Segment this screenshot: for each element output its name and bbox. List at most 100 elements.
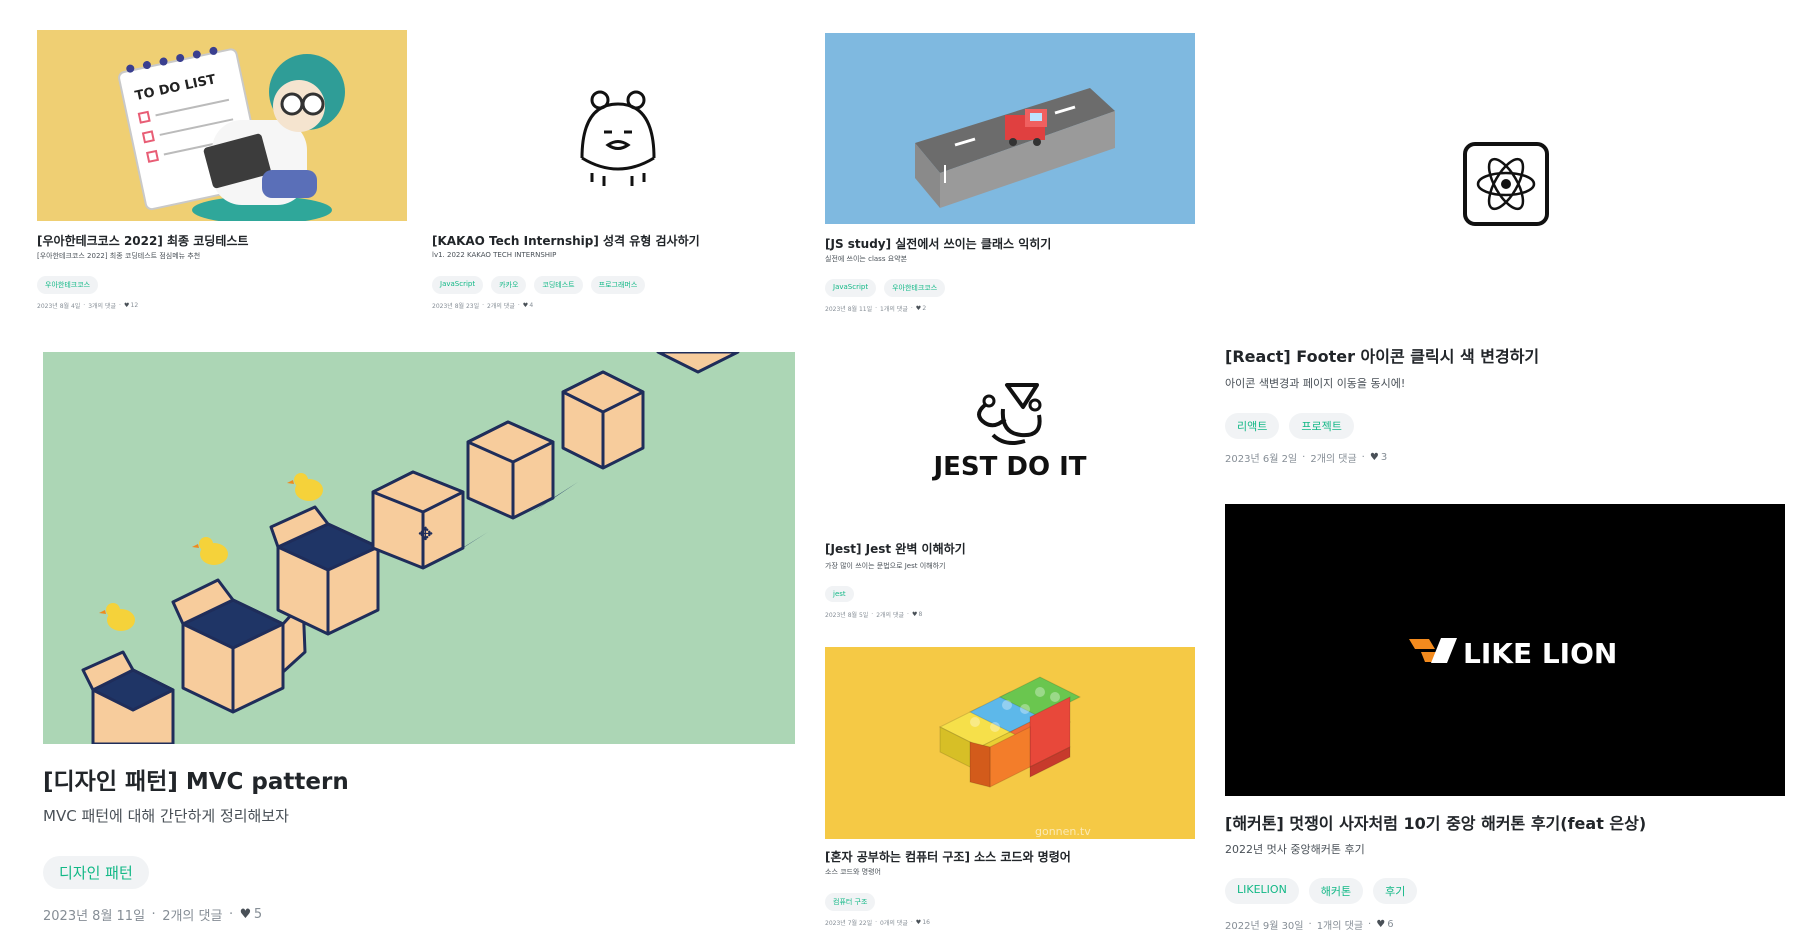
tag[interactable]: 컴퓨터 구조 (825, 893, 876, 911)
post-thumbnail-react[interactable] (1225, 30, 1785, 335)
post-date: 2023년 8월 5일 (825, 612, 869, 619)
tag[interactable]: 후기 (1373, 878, 1418, 904)
tag-list: 디자인 패턴 (43, 856, 149, 889)
post-title[interactable]: [우아한테크코스 2022] 최종 코딩테스트 (37, 232, 248, 249)
post-likes: 8 (918, 611, 923, 618)
meta-separator: · (119, 302, 121, 309)
tag[interactable]: 코딩테스트 (534, 276, 583, 294)
tag-list: JavaScript 카카오 코딩테스트 프로그래머스 (432, 276, 646, 294)
post-description: 2022년 멋사 중앙해커톤 후기 (1225, 843, 1365, 856)
tag[interactable]: LIKELION (1225, 878, 1299, 904)
post-description: lv1. 2022 KAKAO TECH INTERNSHIP (432, 251, 557, 259)
tag[interactable]: 디자인 패턴 (43, 856, 149, 889)
tag[interactable]: 카카오 (491, 276, 527, 294)
meta-separator: · (1302, 452, 1306, 463)
post-likes: 16 (922, 919, 930, 926)
post-likes: 6 (1387, 919, 1394, 930)
post-date: 2023년 8월 23일 (432, 303, 480, 310)
post-meta: 2023년 6월 2일 · 2개의 댓글 · ♥ 3 (1225, 450, 1387, 465)
post-thumbnail-woowa[interactable]: TO DO LIST (37, 30, 407, 221)
tag-list: JavaScript 우아한테크코스 (825, 279, 946, 297)
heart-icon: ♥ (1376, 919, 1386, 930)
tag-list: LIKELION 해커톤 후기 (1225, 878, 1418, 904)
post-thumbnail-kakao[interactable] (432, 30, 802, 221)
post-likes: 2 (922, 305, 927, 312)
post-date: 2023년 8월 11일 (43, 909, 146, 924)
heart-icon: ♥ (915, 919, 922, 926)
heart-icon: ♥ (522, 302, 529, 309)
post-title[interactable]: [해커톤] 멋쟁이 사자처럼 10기 중앙 해커톤 후기(feat 은상) (1225, 810, 1646, 834)
post-meta: 2023년 8월 5일 · 2개의 댓글 · ♥ 8 (825, 610, 922, 619)
post-date: 2023년 8월 11일 (825, 306, 873, 313)
post-title[interactable]: [혼자 공부하는 컴퓨터 구조] 소스 코드와 명령어 (825, 848, 1071, 865)
tag-list: 우아한테크코스 (37, 276, 99, 294)
likelion-logo-text: LIKE LION (1463, 637, 1617, 670)
post-likes: 12 (130, 302, 139, 309)
post-thumbnail-mvc[interactable]: ✥ (43, 352, 795, 744)
post-title[interactable]: [KAKAO Tech Internship] 성격 유형 검사하기 (432, 232, 700, 249)
tag-list: 리액트 프로젝트 (1225, 413, 1354, 439)
post-comments: 2개의 댓글 (487, 303, 515, 310)
meta-separator: · (910, 305, 913, 312)
meta-separator: · (83, 302, 86, 309)
post-comments: 3개의 댓글 (88, 303, 117, 310)
post-comments: 2개의 댓글 (1310, 454, 1357, 465)
tag[interactable]: JavaScript (432, 276, 484, 294)
meta-separator: · (871, 611, 874, 618)
tag[interactable]: 리액트 (1225, 413, 1280, 439)
post-description: 아이콘 색변경과 페이지 이동을 동시에! (1225, 377, 1406, 390)
lego-blocks-illustration: gonnen.tv (825, 647, 1195, 839)
post-thumbnail-jest[interactable]: JEST DO IT (825, 345, 1195, 535)
meta-separator: · (910, 919, 913, 926)
post-description: 가장 많이 쓰이는 문법으로 Jest 이해하기 (825, 562, 946, 570)
post-comments: 0개의 댓글 (880, 920, 908, 927)
post-description: 소스 코드와 명령어 (825, 868, 881, 876)
meta-separator: · (875, 305, 878, 312)
truck-road-illustration (825, 33, 1195, 224)
tag[interactable]: 프로젝트 (1289, 413, 1354, 439)
post-title[interactable]: [React] Footer 아이콘 클릭시 색 변경하기 (1225, 343, 1539, 367)
tag[interactable]: JavaScript (825, 279, 877, 297)
post-comments: 1개의 댓글 (1316, 921, 1364, 932)
post-comments: 2개의 댓글 (162, 909, 223, 924)
post-description: [우아한테크코스 2022] 최종 코딩테스트 점심메뉴 추천 (37, 252, 201, 260)
post-meta: 2023년 8월 11일 · 2개의 댓글 · ♥ 5 (43, 905, 262, 924)
post-meta: 2023년 8월 23일 · 2개의 댓글 · ♥ 4 (432, 301, 533, 310)
post-thumbnail-likelion[interactable]: LIKE LION (1225, 504, 1785, 796)
meta-separator: · (482, 302, 485, 309)
post-likes: 3 (1380, 452, 1388, 463)
meta-separator: · (875, 919, 878, 926)
meta-separator: · (151, 907, 156, 922)
heart-icon: ♥ (123, 302, 130, 309)
post-meta: 2022년 9월 30일 · 1개의 댓글 · ♥ 6 (1225, 917, 1394, 932)
meta-separator: · (228, 907, 234, 922)
meta-separator: · (1361, 452, 1365, 463)
post-date: 2022년 9월 30일 (1225, 921, 1304, 932)
post-date: 2023년 8월 4일 (37, 303, 81, 310)
tag[interactable]: jest (825, 586, 854, 602)
post-likes: 4 (529, 302, 534, 309)
ryan-icon (580, 90, 656, 186)
heart-icon: ♥ (1369, 452, 1379, 463)
likelion-logo-icon: LIKE LION (1225, 504, 1785, 796)
post-meta: 2023년 7월 22일 · 0개의 댓글 · ♥ 16 (825, 918, 930, 927)
post-title[interactable]: [JS study] 실전에서 쓰이는 클래스 익히기 (825, 235, 1051, 252)
post-thumbnail-jsstudy[interactable] (825, 33, 1195, 224)
todo-illustration: TO DO LIST (37, 30, 407, 221)
tag[interactable]: 해커톤 (1308, 878, 1364, 904)
post-meta: 2023년 8월 4일 · 3개의 댓글 · ♥ 12 (37, 301, 138, 310)
post-thumbnail-computer[interactable]: gonnen.tv (825, 647, 1195, 839)
post-likes: 5 (253, 907, 263, 922)
tag[interactable]: 프로그래머스 (590, 276, 646, 294)
tag-list: jest (825, 586, 854, 602)
tag[interactable]: 우아한테크코스 (37, 276, 99, 294)
meta-separator: · (1368, 919, 1372, 930)
post-date: 2023년 7월 22일 (825, 920, 873, 927)
heart-icon: ♥ (911, 611, 918, 618)
post-comments: 1개의 댓글 (880, 306, 908, 313)
heart-icon: ♥ (239, 907, 252, 922)
post-title[interactable]: [디자인 패턴] MVC pattern (43, 762, 349, 796)
tag[interactable]: 우아한테크코스 (884, 279, 946, 297)
post-title[interactable]: [Jest] Jest 완벽 이해하기 (825, 540, 966, 557)
jest-logo-icon: JEST DO IT (931, 383, 1087, 482)
